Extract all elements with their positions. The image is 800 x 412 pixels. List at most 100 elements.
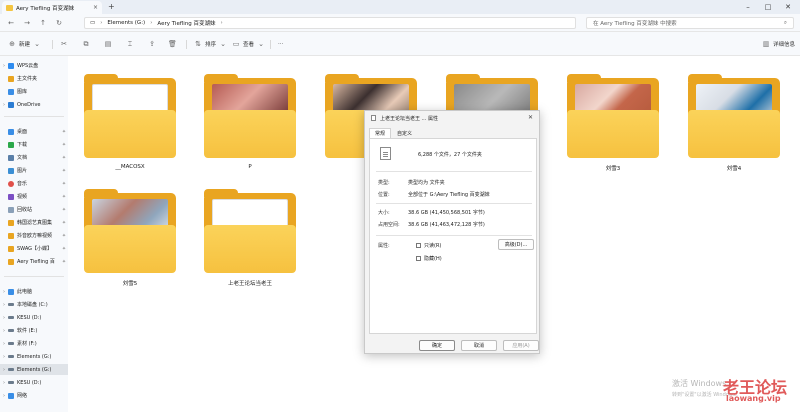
cloud-icon	[8, 62, 14, 69]
sidebar-item-drive-g-selected[interactable]: › Elements (G:)	[0, 364, 68, 375]
apply-button[interactable]: 应用(A)	[503, 340, 539, 351]
pin-icon[interactable]: ✦	[60, 181, 68, 187]
pin-icon[interactable]: ✦	[60, 259, 68, 265]
sidebar-item-pictures[interactable]: 图片 ✦	[0, 165, 68, 176]
view-label: 查看	[243, 42, 255, 48]
plus-circle-icon: ⊕	[9, 40, 15, 48]
pin-icon[interactable]: ✦	[60, 220, 68, 226]
view-button[interactable]: ▭ 查看 ⌄	[232, 38, 265, 50]
chevron-down-icon[interactable]: ›	[0, 289, 8, 295]
hidden-checkbox[interactable]: 隐藏(H)	[416, 255, 442, 262]
cancel-button[interactable]: 取消	[461, 340, 497, 351]
sidebar-item-wps[interactable]: › WPS云盘	[0, 60, 68, 71]
sidebar-item-downloads[interactable]: 下载 ✦	[0, 139, 68, 150]
pin-icon[interactable]: ✦	[60, 142, 68, 148]
sidebar-item-drive-e[interactable]: › 软件 (E:)	[0, 325, 68, 336]
pin-icon[interactable]: ✦	[60, 194, 68, 200]
back-icon[interactable]: ←	[4, 17, 18, 29]
ok-button[interactable]: 确定	[419, 340, 455, 351]
chevron-right-icon[interactable]: ›	[0, 393, 8, 399]
folder-item[interactable]: 刘雪3	[553, 64, 659, 174]
chevron-right-icon[interactable]: ›	[0, 102, 8, 108]
new-button[interactable]: ⊕ 新建 ⌄	[8, 38, 41, 50]
sidebar-item-folder[interactable]: 韩国滤艺真图集 ✦	[0, 217, 68, 228]
folder-item[interactable]: P	[190, 64, 296, 174]
share-button[interactable]: ⇪	[148, 38, 156, 50]
chevron-right-icon[interactable]: ›	[0, 354, 8, 360]
pin-icon[interactable]: ✦	[60, 233, 68, 239]
folder-item[interactable]: 刘雪5	[70, 179, 176, 289]
sidebar-item-drive-d[interactable]: › KESU (D:)	[0, 312, 68, 323]
details-pane-button[interactable]: ▥ 详细信息	[762, 38, 795, 50]
pin-icon[interactable]: ✦	[60, 129, 68, 135]
properties-dialog: 上老王论坛当老王 ... 属性 ✕ 常规 自定义 6,288 个文件，27 个文…	[364, 110, 540, 354]
pin-icon[interactable]: ✦	[60, 207, 68, 213]
divider	[376, 171, 532, 172]
sidebar-item-drive-c[interactable]: › 本地磁盘 (C:)	[0, 299, 68, 310]
sidebar-item-folder[interactable]: Aery Tiefling 百 ✦	[0, 256, 68, 267]
up-icon[interactable]: ↑	[36, 17, 50, 29]
property-location: 位置: 全部位于 G:\Aery Tiefling 百变湖妹	[378, 192, 490, 198]
chevron-right-icon[interactable]: ›	[0, 315, 8, 321]
maximize-button[interactable]: □	[758, 0, 778, 14]
folder-item[interactable]: __MACOSX	[70, 64, 176, 174]
chevron-right-icon[interactable]: ›	[0, 63, 8, 69]
sidebar-item-drive-d-2[interactable]: › KESU (D:)	[0, 377, 68, 388]
sort-button[interactable]: ⇅ 排序 ⌄	[194, 38, 227, 50]
close-button[interactable]: ✕	[778, 0, 798, 14]
folder-name: P	[248, 164, 252, 170]
pin-icon[interactable]: ✦	[60, 155, 68, 161]
folder-icon	[8, 219, 14, 226]
sidebar-item-recycle-bin[interactable]: 回收站 ✦	[0, 204, 68, 215]
breadcrumb-item-drive[interactable]: Elements (G:)	[107, 20, 145, 26]
pin-icon[interactable]: ✦	[60, 168, 68, 174]
view-icon: ▭	[232, 40, 240, 48]
new-tab-button[interactable]: +	[108, 2, 115, 11]
search-input[interactable]: 在 Aery Tiefling 百变湖妹 中搜索 ⌕	[586, 17, 794, 29]
sidebar-item-desktop[interactable]: 桌面 ✦	[0, 126, 68, 137]
copy-button[interactable]: ⧉	[82, 38, 90, 50]
sidebar-item-onedrive[interactable]: › OneDrive	[0, 99, 68, 110]
tab-general[interactable]: 常规	[369, 128, 392, 138]
refresh-icon[interactable]: ↻	[52, 17, 66, 29]
sidebar-item-this-pc[interactable]: › 此电脑	[0, 286, 68, 297]
folder-icon	[8, 258, 14, 265]
sidebar-item-folder[interactable]: 抖音欧方嘛视频 ✦	[0, 230, 68, 241]
breadcrumb[interactable]: ▭ › Elements (G:) › Aery Tiefling 百变湖妹 ›	[84, 17, 576, 29]
tab-close-icon[interactable]: ×	[93, 4, 98, 11]
sidebar-item-music[interactable]: 音乐 ✦	[0, 178, 68, 189]
copy-icon: ⧉	[83, 40, 89, 48]
minimize-button[interactable]: –	[738, 0, 758, 14]
sidebar-item-documents[interactable]: 文档 ✦	[0, 152, 68, 163]
sidebar-item-folder[interactable]: SWAG【小蝶】 ✦	[0, 243, 68, 254]
sidebar-item-network[interactable]: › 网络	[0, 390, 68, 401]
sidebar-item-drive-g[interactable]: › Elements (G:)	[0, 351, 68, 362]
delete-button[interactable]: 🗑	[168, 38, 177, 50]
more-button[interactable]: ···	[278, 38, 283, 50]
watermark-url: laowang.vip	[726, 394, 781, 403]
chevron-right-icon[interactable]: ›	[0, 341, 8, 347]
sidebar-item-drive-f[interactable]: › 素材 (F:)	[0, 338, 68, 349]
sidebar-item-videos[interactable]: 视频 ✦	[0, 191, 68, 202]
rename-button[interactable]: ⌶	[126, 38, 134, 50]
dialog-close-button[interactable]: ✕	[528, 114, 533, 121]
paste-button[interactable]: ▤	[104, 38, 112, 50]
folder-item[interactable]: 刘雪4	[674, 64, 780, 174]
chevron-right-icon[interactable]: ›	[0, 367, 8, 373]
pin-icon[interactable]: ✦	[60, 246, 68, 252]
tab-current[interactable]: Aery Tiefling 百变湖妹 ×	[2, 1, 102, 14]
chevron-right-icon[interactable]: ›	[0, 302, 8, 308]
readonly-checkbox[interactable]: 只读(R)	[416, 242, 441, 249]
chevron-right-icon[interactable]: ›	[0, 380, 8, 386]
folder-item[interactable]: 上老王论坛当老王	[190, 179, 296, 289]
breadcrumb-item-folder[interactable]: Aery Tiefling 百变湖妹	[157, 19, 215, 27]
sidebar-item-gallery[interactable]: 图库	[0, 86, 68, 97]
property-type: 类型: 类型均为 文件夹	[378, 180, 445, 186]
forward-icon[interactable]: →	[20, 17, 34, 29]
cut-button[interactable]: ✂	[60, 38, 68, 50]
monitor-icon: ▭	[90, 20, 96, 26]
chevron-right-icon[interactable]: ›	[0, 328, 8, 334]
sidebar-item-home[interactable]: 主文件夹	[0, 73, 68, 84]
tab-custom[interactable]: 自定义	[391, 128, 418, 138]
advanced-button[interactable]: 高级(D)...	[498, 239, 534, 250]
